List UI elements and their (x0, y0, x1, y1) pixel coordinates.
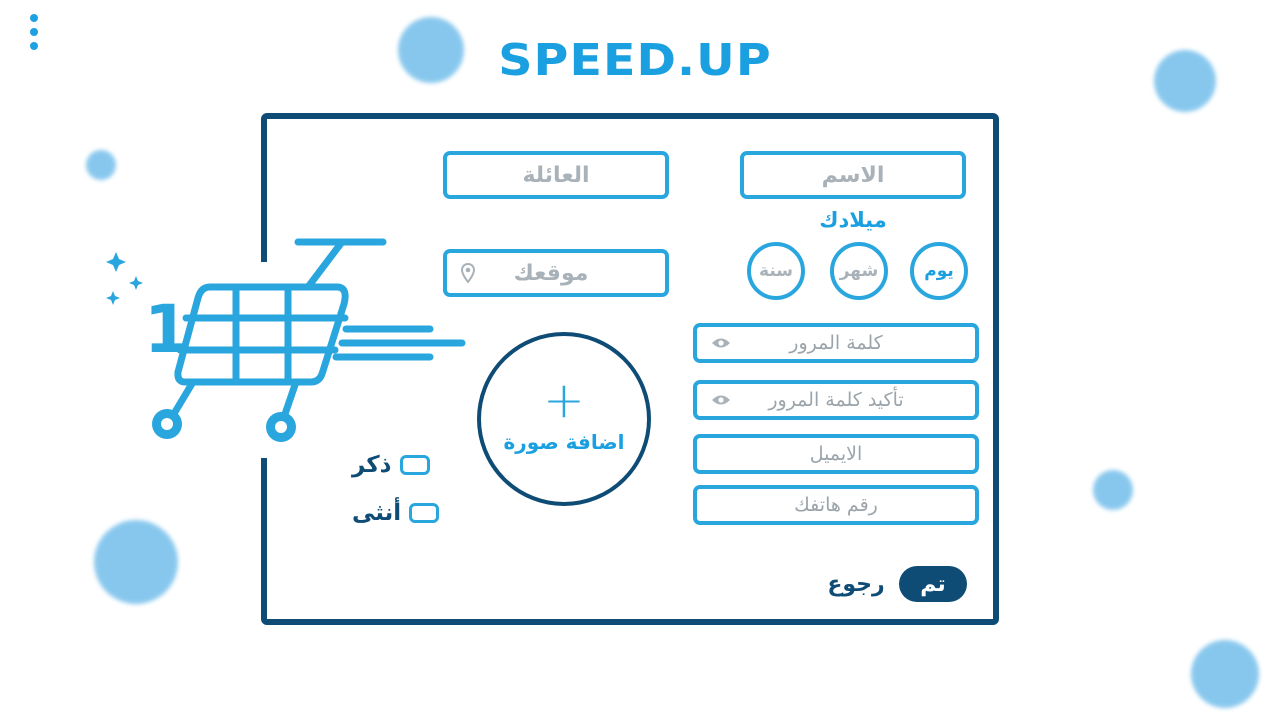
gender-male-option[interactable]: ذكر (352, 452, 430, 478)
gender-female-option[interactable]: أنثى (352, 500, 440, 526)
sparkle-icon (129, 276, 143, 290)
decorative-dot (1093, 470, 1133, 510)
password-placeholder: كلمة المرور (789, 332, 883, 354)
decorative-dot (1191, 640, 1259, 708)
kebab-menu-icon[interactable] (28, 14, 40, 50)
sparkle-icon (106, 291, 120, 305)
birthday-day-label: يوم (924, 261, 954, 281)
gender-male-label: ذكر (352, 452, 392, 478)
gender-female-checkbox[interactable] (409, 503, 440, 523)
first-name-field[interactable]: الاسم (740, 151, 966, 199)
confirm-password-placeholder: تأكيد كلمة المرور (768, 389, 904, 411)
shopping-cart-icon: 1 (106, 238, 466, 442)
decorative-dot (1154, 50, 1216, 112)
sparkle-icon (106, 252, 126, 272)
location-pin-icon (461, 263, 475, 283)
add-photo-button[interactable]: + اضافة صورة (477, 332, 651, 506)
birthday-year-button[interactable]: سنة (747, 242, 805, 300)
phone-placeholder: رقم هاتفك (794, 494, 878, 516)
eye-icon[interactable] (711, 394, 731, 406)
eye-icon[interactable] (711, 337, 731, 349)
birthday-day-button[interactable]: يوم (910, 242, 968, 300)
decorative-dot (94, 520, 178, 604)
app-logo: SPEED.UP (498, 34, 772, 86)
confirm-password-field[interactable]: تأكيد كلمة المرور (693, 380, 979, 420)
email-field[interactable]: الايميل (693, 434, 979, 474)
plus-icon: + (543, 371, 585, 429)
location-placeholder: موقعك (513, 260, 589, 286)
family-name-field[interactable]: العائلة (443, 151, 669, 199)
decorative-dot (398, 17, 464, 83)
location-field[interactable]: موقعك (443, 249, 669, 297)
back-button[interactable]: رجوع (826, 566, 886, 602)
decorative-dot (86, 150, 116, 180)
first-name-placeholder: الاسم (821, 162, 885, 188)
phone-field[interactable]: رقم هاتفك (693, 485, 979, 525)
family-name-placeholder: العائلة (522, 162, 590, 188)
email-placeholder: الايميل (809, 443, 863, 465)
menu-dot (30, 42, 38, 50)
gender-female-label: أنثى (352, 500, 402, 526)
add-photo-label: اضافة صورة (503, 430, 625, 454)
menu-dot (30, 28, 38, 36)
birthday-month-label: شهر (839, 261, 879, 281)
gender-male-checkbox[interactable] (399, 455, 430, 475)
menu-dot (30, 14, 38, 22)
birthday-label: ميلادك (819, 208, 887, 232)
done-button[interactable]: تم (899, 566, 967, 602)
birthday-month-button[interactable]: شهر (830, 242, 888, 300)
birthday-year-label: سنة (759, 261, 793, 281)
password-field[interactable]: كلمة المرور (693, 323, 979, 363)
